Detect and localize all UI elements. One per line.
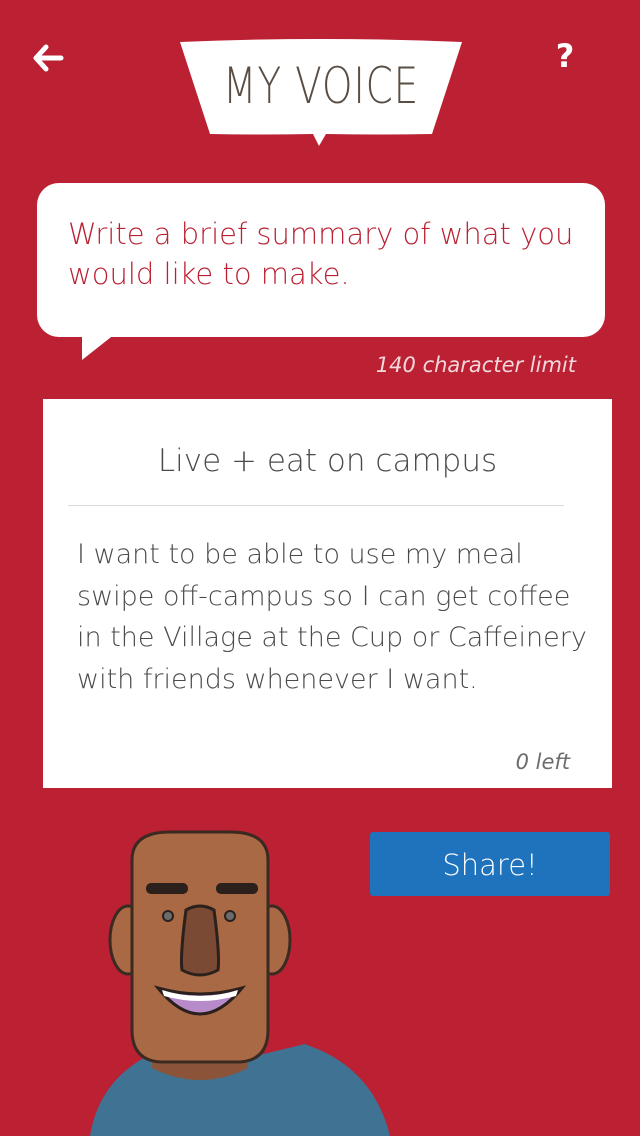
my-voice-screen: MY VOICE ? Write a brief summary of what… [0, 0, 640, 1136]
back-button[interactable] [28, 38, 68, 78]
prompt-bubble-tail [82, 330, 120, 360]
entry-body-text[interactable]: I want to be able to use my meal swipe o… [77, 534, 587, 700]
help-button[interactable]: ? [545, 34, 585, 78]
entry-card: Live + eat on campus I want to be able t… [43, 399, 612, 788]
entry-title[interactable]: Live + eat on campus [43, 439, 612, 483]
entry-divider [68, 505, 564, 506]
share-button[interactable]: Share! [370, 832, 610, 896]
characters-left-counter: 0 left [515, 750, 570, 774]
character-limit-label: 140 character limit [375, 353, 576, 377]
prompt-text: Write a brief summary of what you would … [68, 217, 574, 291]
arrow-left-icon [33, 44, 64, 72]
page-title: MY VOICE [222, 57, 420, 115]
avatar-illustration [90, 830, 390, 1136]
